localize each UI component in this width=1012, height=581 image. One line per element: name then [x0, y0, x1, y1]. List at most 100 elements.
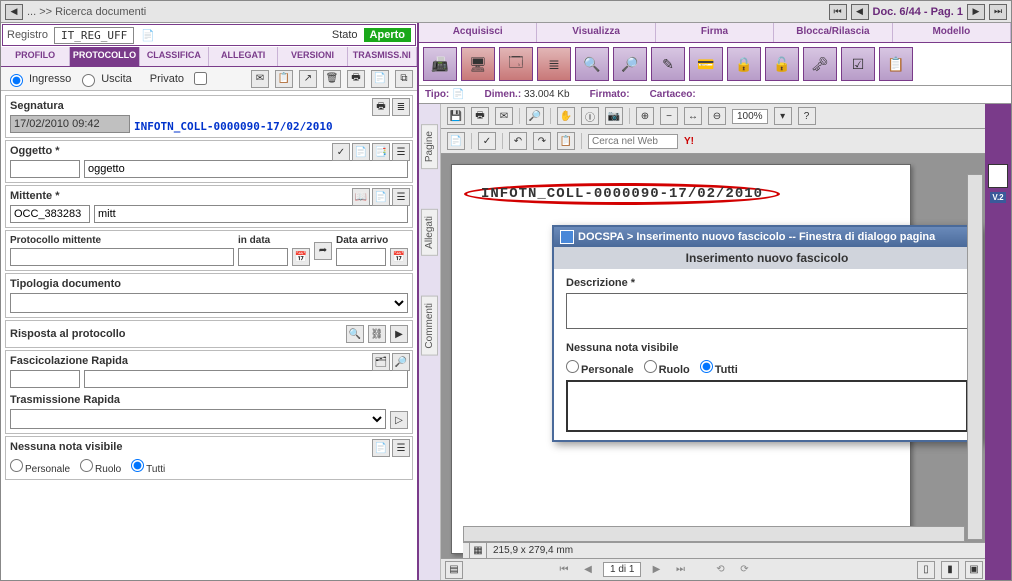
vtab-pagine[interactable]: Pagine	[421, 124, 438, 169]
segnatura-print-icon[interactable]: 🖶	[372, 98, 390, 116]
indata-cal-icon[interactable]: 📅	[292, 248, 310, 266]
bb-cont-icon[interactable]: ▮	[941, 561, 959, 579]
radio-uscita[interactable]: Uscita	[77, 71, 132, 87]
pdf-zoom1-icon[interactable]: −	[660, 107, 678, 125]
bb-back-icon[interactable]: ⟲	[711, 562, 729, 578]
tb-scan-icon[interactable]: 📠	[423, 47, 457, 81]
bb-fwd-icon[interactable]: ⟳	[735, 562, 753, 578]
oggetto-list-icon[interactable]: ☰	[392, 143, 410, 161]
fasc-icon-2[interactable]: 🔎	[392, 353, 410, 371]
doc-prev-first-icon[interactable]: ⏮	[829, 4, 847, 20]
pdf-zoomout-icon[interactable]: ⊖	[708, 107, 726, 125]
bb-single-icon[interactable]: ▯	[917, 561, 935, 579]
dialog-radio-ruolo[interactable]: Ruolo	[644, 360, 690, 376]
dialog-desc-input[interactable]	[566, 293, 968, 329]
bb-facing-icon[interactable]: ▣	[965, 561, 983, 579]
segnatura-barcode-icon[interactable]: ≣	[392, 98, 410, 116]
pdf-zoom-value[interactable]: 100%	[732, 109, 768, 124]
arrivo-cal-icon[interactable]: 📅	[390, 248, 408, 266]
action-icon-3[interactable]: ↗	[299, 70, 317, 88]
mittente-input[interactable]	[94, 205, 408, 223]
horizontal-scrollbar[interactable]	[463, 526, 965, 542]
bb-next-icon[interactable]: ▶	[647, 562, 665, 578]
tab-protocollo[interactable]: PROTOCOLLO	[70, 47, 139, 66]
action-icon-4[interactable]: 🗑	[323, 70, 341, 88]
pdf-fit-icon[interactable]: ↔	[684, 107, 702, 125]
bb-page-icon[interactable]: ▤	[445, 561, 463, 579]
tb-model-icon[interactable]: 📋	[879, 47, 913, 81]
pdf-websearch-input[interactable]	[588, 134, 678, 149]
arrow-forward-icon[interactable]: ➦	[314, 242, 332, 260]
nota-doc-icon[interactable]: 📄	[372, 439, 390, 457]
tb-lock2-icon[interactable]: 🔓	[765, 47, 799, 81]
pdf-abc-icon[interactable]: ✓	[478, 132, 496, 150]
oggetto-code-input[interactable]	[10, 160, 80, 178]
mittente-doc-icon[interactable]: 📄	[372, 188, 390, 206]
mittente-code-input[interactable]	[10, 205, 90, 223]
tb-view1-icon[interactable]: 🔍	[575, 47, 609, 81]
vertical-scrollbar[interactable]	[967, 174, 983, 540]
action-icon-1[interactable]: ✉	[251, 70, 269, 88]
privato-checkbox[interactable]	[194, 72, 207, 85]
fasc-input[interactable]	[84, 370, 408, 388]
pdf-redo-icon[interactable]: ↷	[533, 132, 551, 150]
risposta-search-icon[interactable]: 🔍	[346, 325, 364, 343]
tb-sign1-icon[interactable]: ✎	[651, 47, 685, 81]
tab-trasmissni[interactable]: TRASMISS.NI	[348, 47, 417, 66]
side-doc-icon[interactable]	[988, 164, 1008, 188]
action-icon-2[interactable]: 📋	[275, 70, 293, 88]
pdf-find-icon[interactable]: 🔎	[526, 107, 544, 125]
tb-check-icon[interactable]: ☑	[841, 47, 875, 81]
bb-page-value[interactable]: 1 di 1	[603, 562, 641, 577]
tab-versioni[interactable]: VERSIONI	[278, 47, 347, 66]
dialog-radio-personale[interactable]: Personale	[566, 360, 634, 376]
registro-doc-icon[interactable]: 📄	[140, 27, 156, 43]
tb-red1-icon[interactable]: 🖥	[461, 47, 495, 81]
nota-list-icon[interactable]: ☰	[392, 439, 410, 457]
bb-first-icon[interactable]: ⏮	[555, 562, 573, 578]
doc-prev-icon[interactable]: ◀	[851, 4, 869, 20]
oggetto-abc-icon[interactable]: ✓	[332, 143, 350, 161]
rtab-acquisisci[interactable]: Acquisisci	[419, 23, 537, 42]
nav-first-icon[interactable]: ◀	[5, 4, 23, 20]
rtab-modello[interactable]: Modello	[893, 23, 1011, 42]
dialog-note-box[interactable]	[566, 380, 968, 432]
risposta-arrow-icon[interactable]: ▶	[390, 325, 408, 343]
yahoo-icon[interactable]: Y!	[684, 136, 694, 147]
dialog-radio-tutti[interactable]: Tutti	[700, 360, 738, 376]
pdf-help-icon[interactable]: ?	[798, 107, 816, 125]
rtab-blocca[interactable]: Blocca/Rilascia	[774, 23, 892, 42]
rtab-visualizza[interactable]: Visualizza	[537, 23, 655, 42]
nota-radio-ruolo[interactable]: Ruolo	[80, 459, 121, 475]
bb-last-icon[interactable]: ⏭	[671, 562, 689, 578]
oggetto-doc1-icon[interactable]: 📄	[352, 143, 370, 161]
pdf-doc-icon[interactable]: 📄	[447, 132, 465, 150]
pdf-mail-icon[interactable]: ✉	[495, 107, 513, 125]
tb-lock1-icon[interactable]: 🔒	[727, 47, 761, 81]
rtab-firma[interactable]: Firma	[656, 23, 774, 42]
pdf-zoomin-icon[interactable]: ⊕	[636, 107, 654, 125]
oggetto-input[interactable]	[84, 160, 408, 178]
protomitt-input[interactable]	[10, 248, 234, 266]
mittente-list-icon[interactable]: ☰	[392, 188, 410, 206]
pdf-dropdown-icon[interactable]: ▾	[774, 107, 792, 125]
tab-profilo[interactable]: PROFILO	[1, 47, 70, 66]
nota-radio-personale[interactable]: Personale	[10, 459, 70, 475]
pdf-snap-icon[interactable]: 📷	[605, 107, 623, 125]
pdf-save-icon[interactable]: 💾	[447, 107, 465, 125]
pdf-select-icon[interactable]: Ⓘ	[581, 107, 599, 125]
tipologia-select[interactable]	[10, 293, 408, 313]
tb-lock3-icon[interactable]: 🗝	[803, 47, 837, 81]
tb-view2-icon[interactable]: 🔎	[613, 47, 647, 81]
trasm-select[interactable]	[10, 409, 386, 429]
vtab-commenti[interactable]: Commenti	[421, 296, 438, 356]
arrivo-input[interactable]	[336, 248, 386, 266]
pdf-copy-icon[interactable]: 📋	[557, 132, 575, 150]
action-icon-6[interactable]: 📄	[371, 70, 389, 88]
fasc-icon-1[interactable]: 🗂	[372, 353, 390, 371]
vtab-allegati[interactable]: Allegati	[421, 209, 438, 256]
doc-next-last-icon[interactable]: ⏭	[989, 4, 1007, 20]
pdf-print-icon[interactable]: 🖶	[471, 107, 489, 125]
action-icon-5[interactable]: 🖶	[347, 70, 365, 88]
pdf-hand-icon[interactable]: ✋	[557, 107, 575, 125]
